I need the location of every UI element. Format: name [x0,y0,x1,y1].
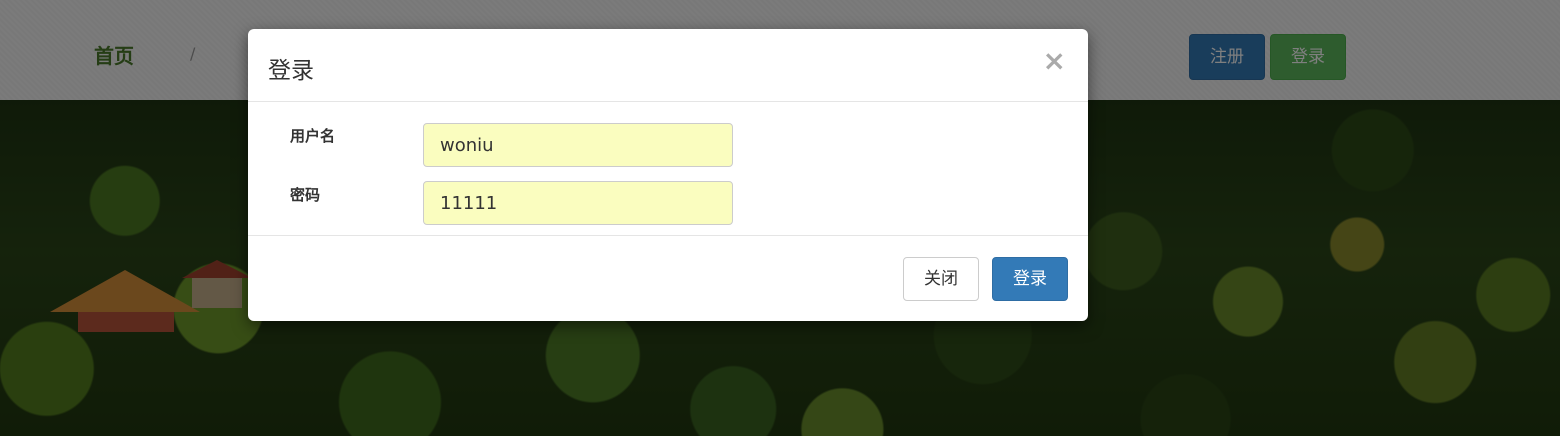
close-icon[interactable]: × [1043,47,1066,75]
modal-footer: 关闭 登录 [248,235,1088,322]
cancel-button[interactable]: 关闭 [903,257,979,301]
username-input[interactable] [423,123,733,167]
login-modal: 登录 × 用户名 密码 关闭 登录 [248,29,1088,321]
modal-header: 登录 × [248,29,1088,102]
modal-title: 登录 [268,58,314,84]
login-submit-button[interactable]: 登录 [992,257,1068,301]
username-label: 用户名 [290,127,336,145]
password-label: 密码 [290,186,321,204]
password-input[interactable] [423,181,733,225]
